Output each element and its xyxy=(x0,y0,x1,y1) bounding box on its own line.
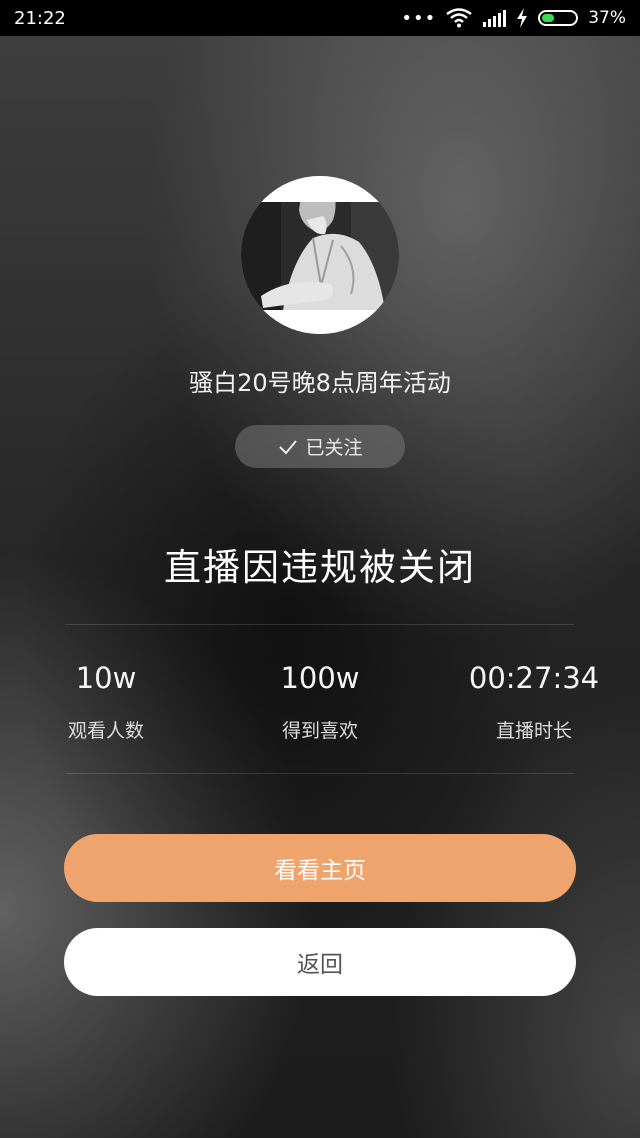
battery-level xyxy=(542,14,555,22)
status-time: 21:22 xyxy=(14,7,66,29)
stat-likes-label: 得到喜欢 xyxy=(281,720,358,742)
status-icons: ••• 37% xyxy=(401,8,626,29)
divider-bottom xyxy=(66,773,574,774)
battery-percent: 37% xyxy=(588,8,626,28)
follow-button[interactable]: 已关注 xyxy=(235,425,405,468)
stat-likes-value: 100w xyxy=(280,661,360,695)
streamer-name: 骚白20号晚8点周年活动 xyxy=(189,369,451,397)
charging-icon xyxy=(517,8,528,28)
stat-viewers-value: 10w xyxy=(75,661,137,695)
stat-viewers-label: 观看人数 xyxy=(67,720,144,742)
view-homepage-button[interactable]: 看看主页 xyxy=(64,834,576,902)
signal-icon xyxy=(483,10,507,27)
wifi-icon xyxy=(446,8,472,28)
status-bar: 21:22 ••• 37% xyxy=(0,0,640,36)
stat-viewers: 10w 观看人数 xyxy=(6,658,206,743)
follow-label: 已关注 xyxy=(305,437,363,459)
back-button[interactable]: 返回 xyxy=(64,928,576,996)
stat-likes: 100w 得到喜欢 xyxy=(220,658,420,743)
avatar[interactable] xyxy=(241,176,399,334)
more-dots-icon: ••• xyxy=(401,7,437,29)
stream-closed-title: 直播因违规被关闭 xyxy=(164,546,476,589)
check-icon xyxy=(279,439,298,454)
divider-top xyxy=(66,624,574,625)
battery-icon xyxy=(538,10,579,26)
stat-duration: 00:27:34 直播时长 xyxy=(434,658,634,743)
stat-duration-value: 00:27:34 xyxy=(468,661,600,695)
stat-duration-label: 直播时长 xyxy=(495,720,572,742)
avatar-illustration xyxy=(241,176,399,334)
